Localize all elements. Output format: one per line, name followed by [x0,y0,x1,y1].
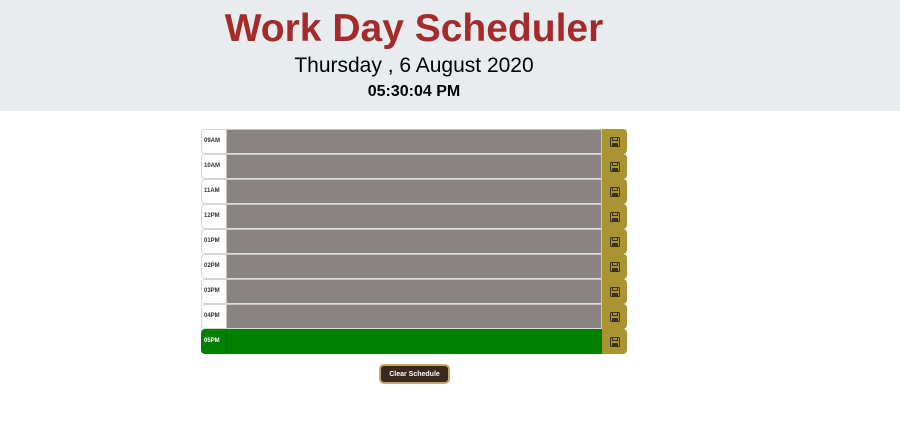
floppy-disk-icon [609,136,620,147]
time-block-row: 11AM [201,179,627,204]
save-button[interactable] [602,154,627,179]
hour-label: 10AM [201,154,227,179]
floppy-disk-icon [609,186,620,197]
current-date: Thursday , 6 August 2020 [294,54,534,77]
event-description-input[interactable] [226,179,603,204]
save-button[interactable] [602,179,627,204]
clear-schedule-button[interactable]: Clear Schedule [379,364,450,384]
save-button[interactable] [602,304,627,329]
floppy-disk-icon [609,261,620,272]
save-button[interactable] [602,254,627,279]
event-description-input[interactable] [226,254,603,279]
time-block-row: 03PM [201,279,627,304]
hour-label: 05PM [201,329,227,354]
header-jumbotron: Work Day Scheduler Thursday , 6 August 2… [0,0,900,111]
hour-label: 12PM [201,204,227,229]
floppy-disk-icon [609,286,620,297]
floppy-disk-icon [609,311,620,322]
hour-label: 03PM [201,279,227,304]
schedule-container: 09AM 10AM 11AM 12PM 01PM 02PM 03PM 04PM … [201,129,627,354]
save-button[interactable] [602,279,627,304]
hour-label: 04PM [201,304,227,329]
floppy-disk-icon [609,161,620,172]
floppy-disk-icon [609,236,620,247]
event-description-input[interactable] [226,304,603,329]
floppy-disk-icon [609,211,620,222]
time-block-row: 02PM [201,254,627,279]
save-button[interactable] [602,229,627,254]
current-time: 05:30:04 PM [367,83,461,100]
time-block-row: 10AM [201,154,627,179]
event-description-input[interactable] [226,204,603,229]
floppy-disk-icon [609,336,620,347]
hour-label: 09AM [201,129,227,154]
save-button[interactable] [602,329,627,354]
time-block-row: 01PM [201,229,627,254]
save-button[interactable] [602,129,627,154]
time-block-row: 12PM [201,204,627,229]
event-description-input[interactable] [226,329,603,354]
save-button[interactable] [602,204,627,229]
event-description-input[interactable] [226,129,603,154]
event-description-input[interactable] [226,154,603,179]
event-description-input[interactable] [226,229,603,254]
hour-label: 02PM [201,254,227,279]
hour-label: 11AM [201,179,227,204]
time-block-row-current: 05PM [201,329,627,354]
hour-label: 01PM [201,229,227,254]
time-block-row: 09AM [201,129,627,154]
event-description-input[interactable] [226,279,603,304]
time-block-row: 04PM [201,304,627,329]
page-title: Work Day Scheduler [224,7,604,50]
